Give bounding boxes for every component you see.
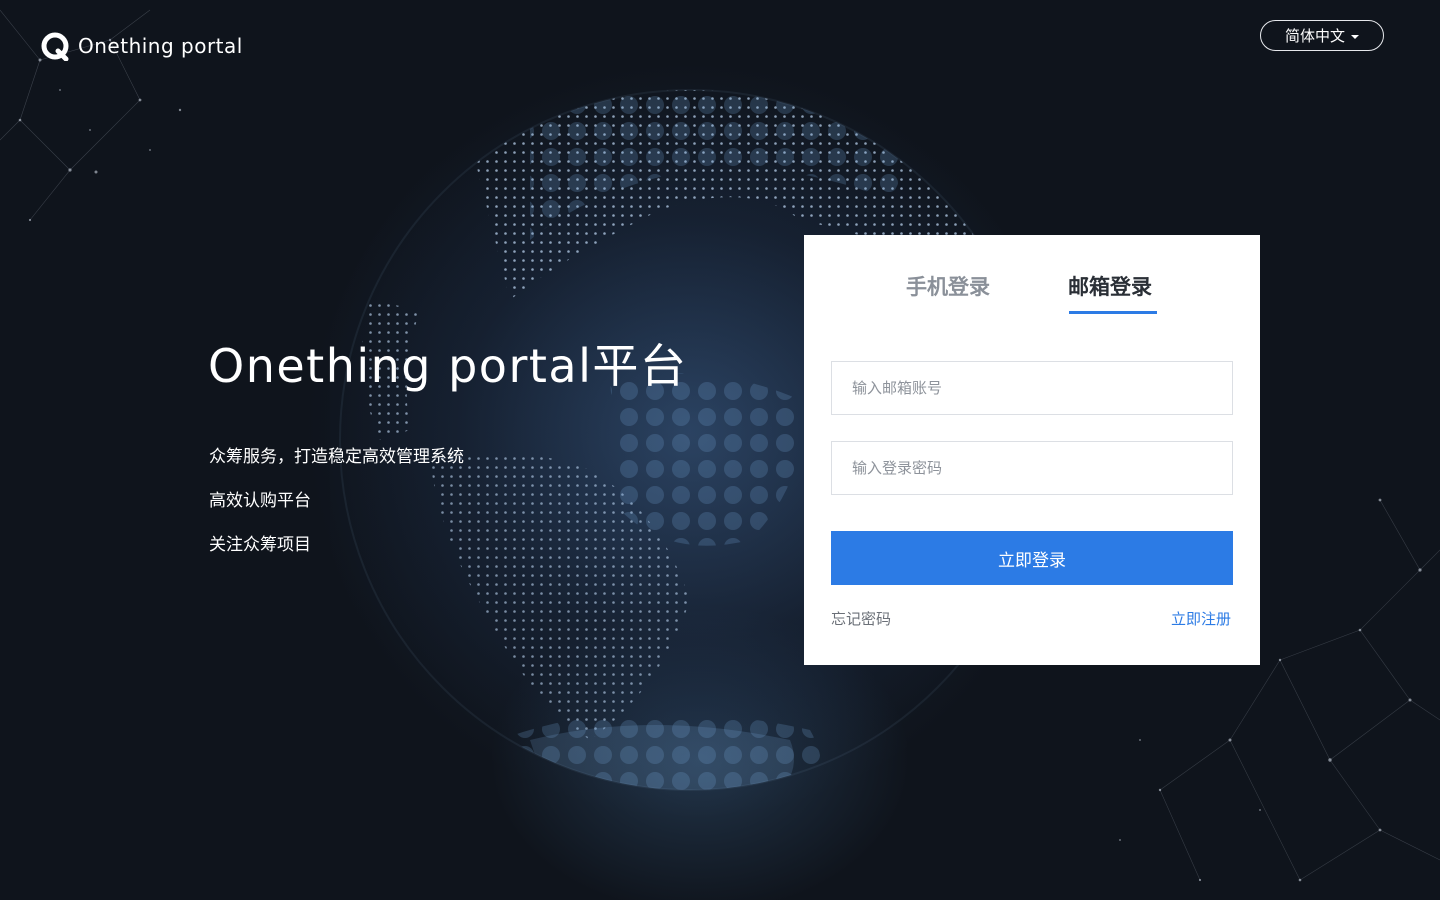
language-selector[interactable]: 简体中文: [1260, 20, 1384, 51]
register-link[interactable]: 立即注册: [1171, 608, 1231, 629]
language-selector-label: 简体中文: [1284, 27, 1345, 45]
brand-name: Onething portal: [78, 34, 243, 58]
password-input[interactable]: [832, 442, 1232, 494]
email-input[interactable]: [832, 362, 1232, 414]
active-tab-indicator: [1069, 311, 1157, 314]
hero-title: Onething portal平台: [208, 339, 688, 393]
tab-email-login[interactable]: 邮箱登录: [1068, 271, 1152, 301]
login-button[interactable]: 立即登录: [831, 531, 1233, 585]
brand-logo[interactable]: Onething portal: [40, 30, 243, 62]
password-field[interactable]: [831, 441, 1233, 495]
login-card: 手机登录 邮箱登录 立即登录 忘记密码 立即注册: [804, 235, 1260, 665]
hero-line: 关注众筹项目: [209, 535, 311, 555]
q-ring-logo-icon: [41, 32, 69, 61]
forgot-password-link[interactable]: 忘记密码: [831, 608, 891, 629]
hero-line: 高效认购平台: [209, 491, 311, 511]
hero-line: 众筹服务，打造稳定高效管理系统: [209, 447, 464, 467]
email-field[interactable]: [831, 361, 1233, 415]
tab-phone-login[interactable]: 手机登录: [906, 271, 990, 301]
login-page: Onething portal 简体中文 Onething portal平台 众…: [0, 0, 1440, 900]
caret-down-icon: [1351, 34, 1359, 39]
